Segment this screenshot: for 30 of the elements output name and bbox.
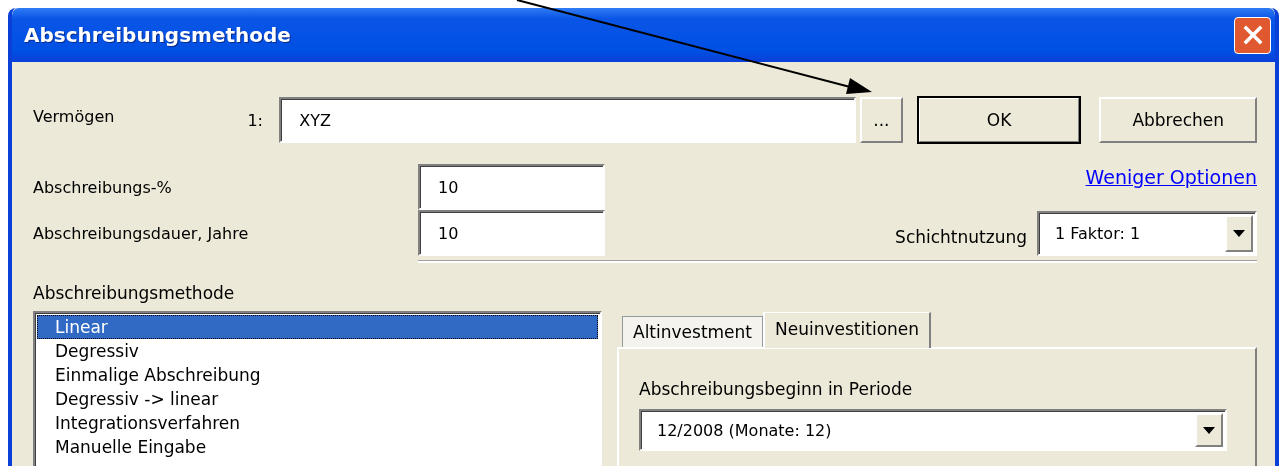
field-label: Abschreibungs-%	[33, 177, 173, 197]
list-item[interactable]: Linear	[37, 315, 598, 339]
list-item[interactable]: Degressiv	[37, 339, 598, 363]
ok-button[interactable]: OK	[917, 97, 1081, 143]
list-item[interactable]: Manuelle Eingabe	[37, 435, 598, 459]
dropdown-arrow-icon	[1233, 229, 1245, 237]
window-title: Abschreibungsmethode	[24, 23, 292, 47]
input-field[interactable]: 10	[418, 210, 605, 256]
dropdown[interactable]: 12/2008 (Monate: 12)	[639, 409, 1227, 451]
dropdown[interactable]: 1 Faktor: 1	[1037, 210, 1257, 256]
options-link[interactable]: Weniger Optionen	[1085, 166, 1257, 188]
dropdown-arrow-icon	[1203, 426, 1215, 434]
list-item[interactable]: Degressiv -> linear	[37, 387, 598, 411]
cancel-button[interactable]: Abbrechen	[1099, 97, 1257, 143]
index-label: 1:	[247, 110, 264, 130]
field-label: Vermögen	[33, 107, 116, 126]
tab[interactable]: Altinvestment	[622, 316, 764, 347]
list-item[interactable]: Einmalige Abschreibung	[37, 363, 598, 387]
field-label: Abschreibungsbeginn in Periode	[639, 379, 914, 399]
section-label: Abschreibungsmethode	[33, 283, 236, 303]
input-field[interactable]: 10	[418, 164, 605, 210]
close-icon	[1242, 25, 1263, 45]
close-button[interactable]	[1234, 16, 1271, 54]
tab[interactable]: Neuinvestitionen	[763, 312, 932, 348]
list-item[interactable]: Integrationsverfahren	[37, 411, 598, 435]
field-label: Abschreibungsdauer, Jahre	[33, 223, 250, 243]
browse-button[interactable]: ...	[859, 97, 903, 143]
method-list[interactable]: Linear Degressiv Einmalige Abschreibung Degressiv -> linear Integrationsverfahren Manuelle Eingabe	[33, 311, 602, 466]
field-label: Schichtnutzung	[895, 227, 1027, 247]
input-field[interactable]: XYZ	[279, 97, 856, 143]
